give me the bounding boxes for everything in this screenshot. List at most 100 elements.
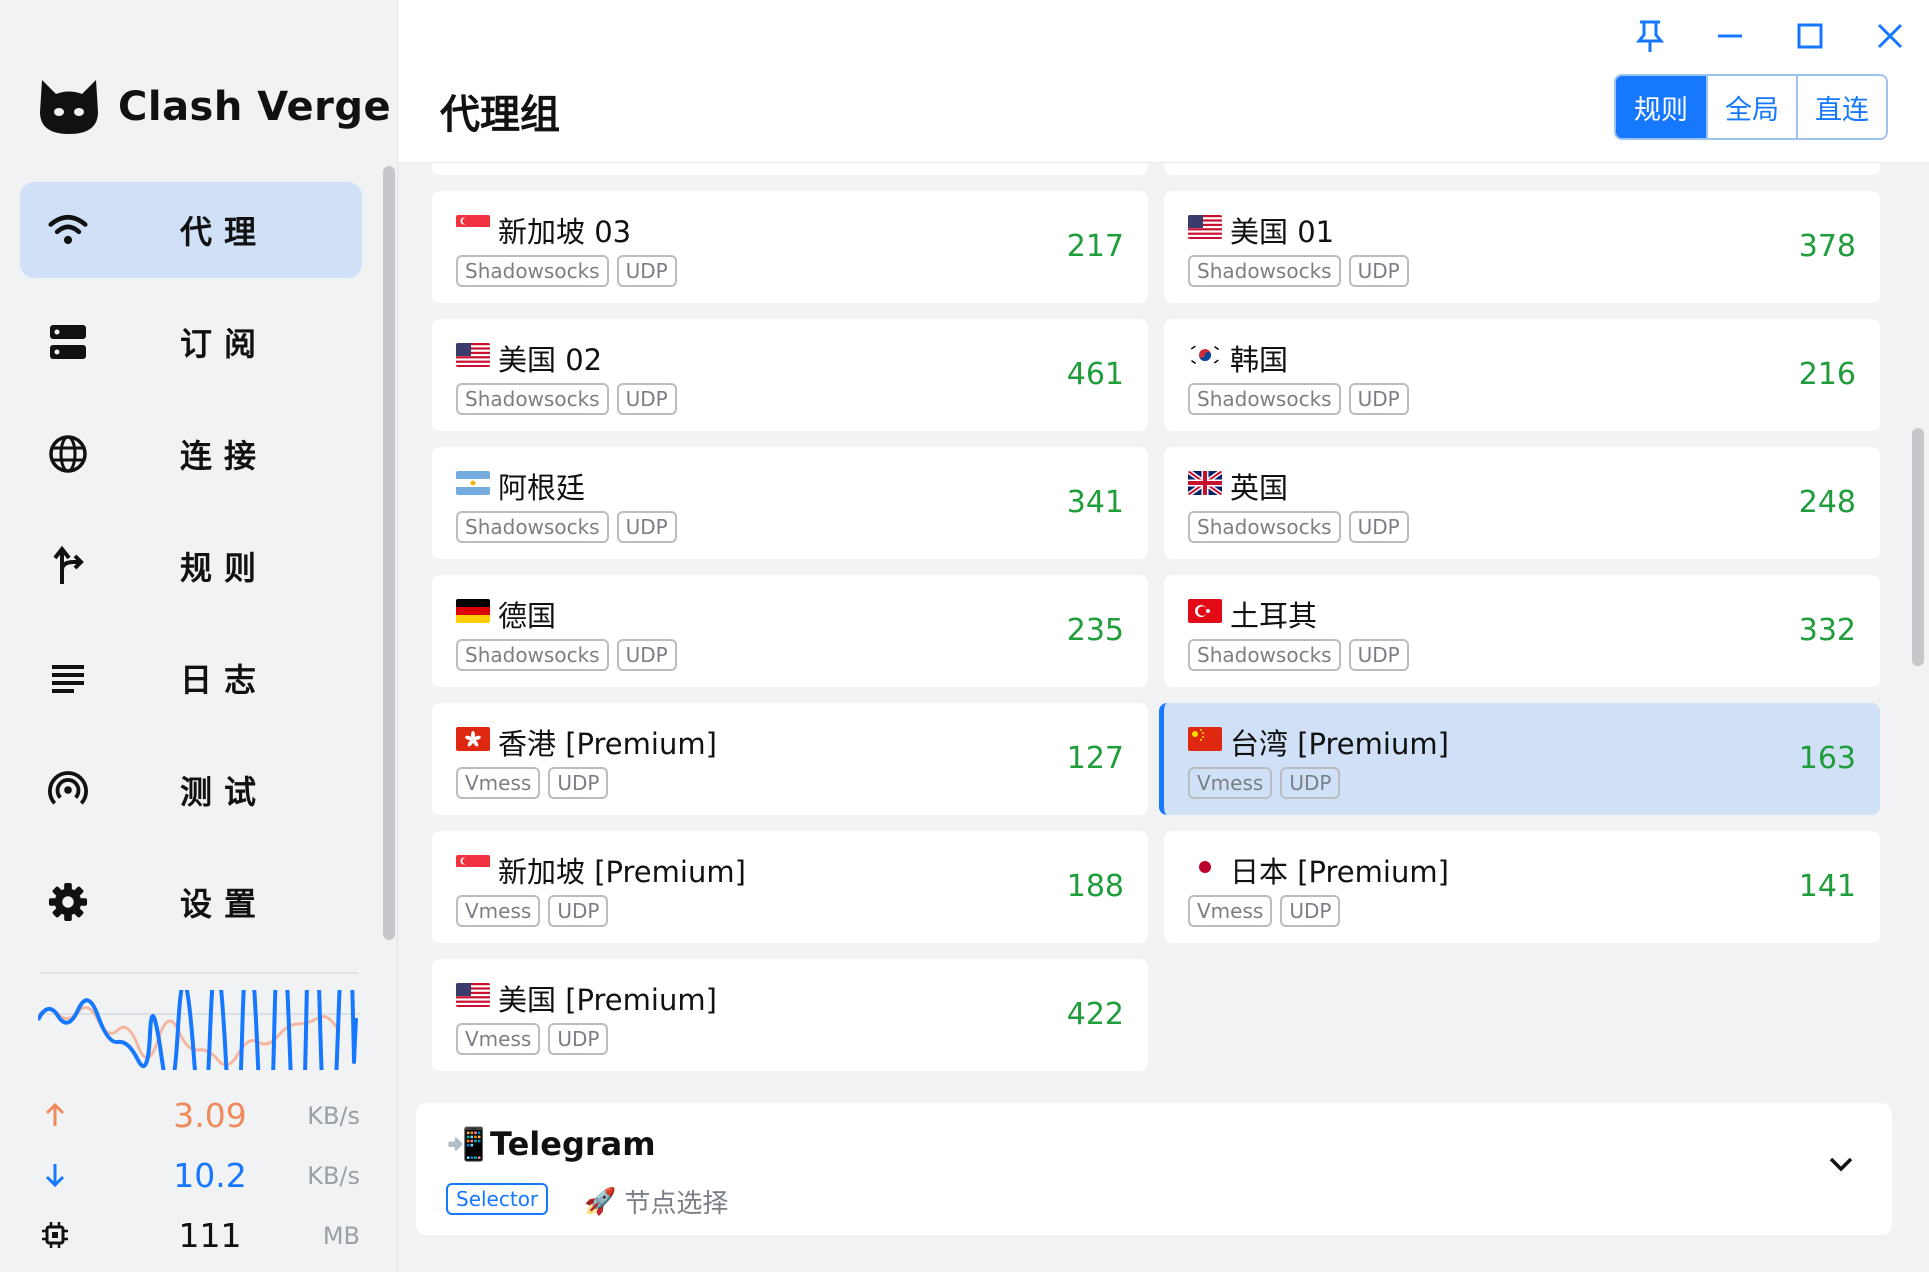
page-title: 代理组 (440, 92, 560, 138)
mode-rule-button[interactable]: 规则 (1616, 76, 1706, 138)
proxy-delay[interactable]: 163 (1799, 741, 1856, 776)
mode-global-button[interactable]: 全局 (1706, 76, 1796, 138)
proxy-card[interactable]: 美国 [Premium] Vmess UDP 422 (432, 959, 1148, 1071)
sidebar-item-label: 订阅 (180, 325, 269, 363)
download-speed: 10.2 (173, 1156, 247, 1195)
sidebar-item-label: 规则 (180, 549, 269, 587)
sidebar-nav: 代理 订阅 连接 规则 日志 测试 设置 (20, 182, 362, 966)
maximize-button[interactable] (1785, 16, 1835, 56)
proxy-card[interactable]: 阿根廷 Shadowsocks UDP 341 (432, 447, 1148, 559)
proxy-name: 台湾 [Premium] (1230, 727, 1449, 761)
proxy-tag: Vmess (456, 767, 541, 799)
proxy-name: 香港 [Premium] (498, 727, 717, 761)
proxy-delay[interactable]: 378 (1799, 229, 1856, 264)
proxy-tag: UDP (1348, 639, 1409, 671)
sidebar-item-label: 代理 (180, 213, 269, 251)
proxy-tag: Vmess (456, 895, 541, 927)
proxy-tag: Shadowsocks (456, 383, 609, 415)
proxy-tags: Vmess UDP (456, 895, 609, 927)
close-button[interactable] (1865, 16, 1915, 56)
proxy-card[interactable]: 台湾 [Premium] Vmess UDP 163 (1159, 703, 1880, 815)
proxy-delay[interactable]: 332 (1799, 613, 1856, 648)
proxy-tags: Vmess UDP (456, 767, 609, 799)
proxy-card[interactable]: 土耳其 Shadowsocks UDP 332 (1164, 575, 1880, 687)
proxy-tag: UDP (616, 511, 677, 543)
sidebar-item-logs[interactable]: 日志 (20, 630, 362, 726)
proxy-tag: UDP (548, 767, 609, 799)
proxy-name: 阿根廷 (498, 471, 586, 505)
proxy-tags: Shadowsocks UDP (1188, 255, 1409, 287)
sidebar-item-settings[interactable]: 设置 (20, 854, 362, 950)
memory-unit: MB (322, 1222, 360, 1250)
proxy-name: 美国 [Premium] (498, 983, 717, 1017)
proxy-delay[interactable]: 127 (1067, 741, 1124, 776)
current-node-label: 节点选择 (624, 1189, 729, 1219)
proxy-tag: UDP (1280, 895, 1341, 927)
sidebar-divider (40, 972, 358, 974)
proxy-card[interactable]: 德国 Shadowsocks UDP 235 (432, 575, 1148, 687)
proxy-delay[interactable]: 461 (1067, 357, 1124, 392)
proxy-card[interactable]: 美国 01 Shadowsocks UDP 378 (1164, 191, 1880, 303)
sidebar-item-proxy[interactable]: 代理 (20, 182, 362, 278)
proxy-card[interactable]: 日本 [Premium] Vmess UDP 141 (1164, 831, 1880, 943)
wifi-icon (48, 210, 88, 250)
mode-direct-button[interactable]: 直连 (1796, 76, 1886, 138)
proxy-delay[interactable]: 141 (1799, 869, 1856, 904)
proxy-tags: Shadowsocks UDP (456, 511, 677, 543)
proxy-name: 德国 (498, 599, 557, 633)
sidebar-item-test[interactable]: 测试 (20, 742, 362, 838)
sidebar-item-connections[interactable]: 连接 (20, 406, 362, 502)
upload-speed: 3.09 (173, 1096, 247, 1135)
flag-tr-icon (1188, 599, 1222, 623)
proxy-delay[interactable]: 235 (1067, 613, 1124, 648)
proxy-name: 韩国 (1230, 343, 1289, 377)
app-window: Clash Verge 代理 订阅 连接 规则 日志 测试 设置 3.09 KB… (0, 0, 1929, 1272)
proxy-card[interactable]: 新加坡 03 Shadowsocks UDP 217 (432, 191, 1148, 303)
proxy-tags: Shadowsocks UDP (456, 255, 677, 287)
sidebar-item-label: 测试 (180, 773, 269, 811)
proxy-delay[interactable]: 341 (1067, 485, 1124, 520)
broadcast-icon (48, 770, 88, 810)
flag-us-icon (456, 983, 490, 1007)
proxy-delay[interactable]: 217 (1067, 229, 1124, 264)
close-icon (1877, 23, 1903, 49)
flag-ar-icon (456, 471, 490, 495)
fork-icon (48, 546, 88, 586)
upload-stat: 3.09 KB/s (40, 1092, 360, 1142)
proxy-card[interactable]: 香港 [Premium] Vmess UDP 127 (432, 703, 1148, 815)
sidebar-scrollbar[interactable] (383, 166, 395, 940)
proxy-card[interactable]: 韩国 Shadowsocks UDP 216 (1164, 319, 1880, 431)
proxy-tag: Vmess (456, 1023, 541, 1055)
proxy-name: 土耳其 (1230, 599, 1318, 633)
pin-button[interactable] (1625, 16, 1675, 56)
proxy-delay[interactable]: 216 (1799, 357, 1856, 392)
proxy-card[interactable]: 英国 Shadowsocks UDP 248 (1164, 447, 1880, 559)
proxy-delay[interactable]: 248 (1799, 485, 1856, 520)
proxy-delay[interactable]: 422 (1067, 997, 1124, 1032)
group-current-node: 🚀 节点选择 (584, 1183, 728, 1220)
chevron-down-icon[interactable] (1828, 1155, 1854, 1177)
proxy-card-partial[interactable] (432, 163, 1148, 175)
proxy-tag: UDP (1348, 383, 1409, 415)
arrow-up-icon (40, 1100, 70, 1130)
gear-icon (48, 882, 88, 922)
sidebar-item-label: 连接 (180, 437, 269, 475)
proxy-group-card[interactable]: 📲 Telegram Selector 🚀 节点选择 (416, 1103, 1892, 1235)
sidebar-item-subscription[interactable]: 订阅 (20, 294, 362, 390)
proxy-card-partial[interactable] (1164, 163, 1880, 175)
proxy-name: 英国 (1230, 471, 1289, 505)
proxy-card[interactable]: 美国 02 Shadowsocks UDP 461 (432, 319, 1148, 431)
proxy-tag: Shadowsocks (1188, 255, 1341, 287)
minimize-button[interactable] (1705, 16, 1755, 56)
proxy-tag: Shadowsocks (456, 639, 609, 671)
proxy-delay[interactable]: 188 (1067, 869, 1124, 904)
app-name: Clash Verge (118, 84, 392, 130)
flag-cn-icon (1188, 727, 1222, 751)
proxy-tag: UDP (616, 383, 677, 415)
minimize-icon (1718, 34, 1742, 38)
sidebar-item-rules[interactable]: 规则 (20, 518, 362, 614)
content-scrollbar[interactable] (1912, 428, 1924, 666)
proxy-card[interactable]: 新加坡 [Premium] Vmess UDP 188 (432, 831, 1148, 943)
proxy-tag: UDP (616, 639, 677, 671)
proxy-name: 日本 [Premium] (1230, 855, 1449, 889)
